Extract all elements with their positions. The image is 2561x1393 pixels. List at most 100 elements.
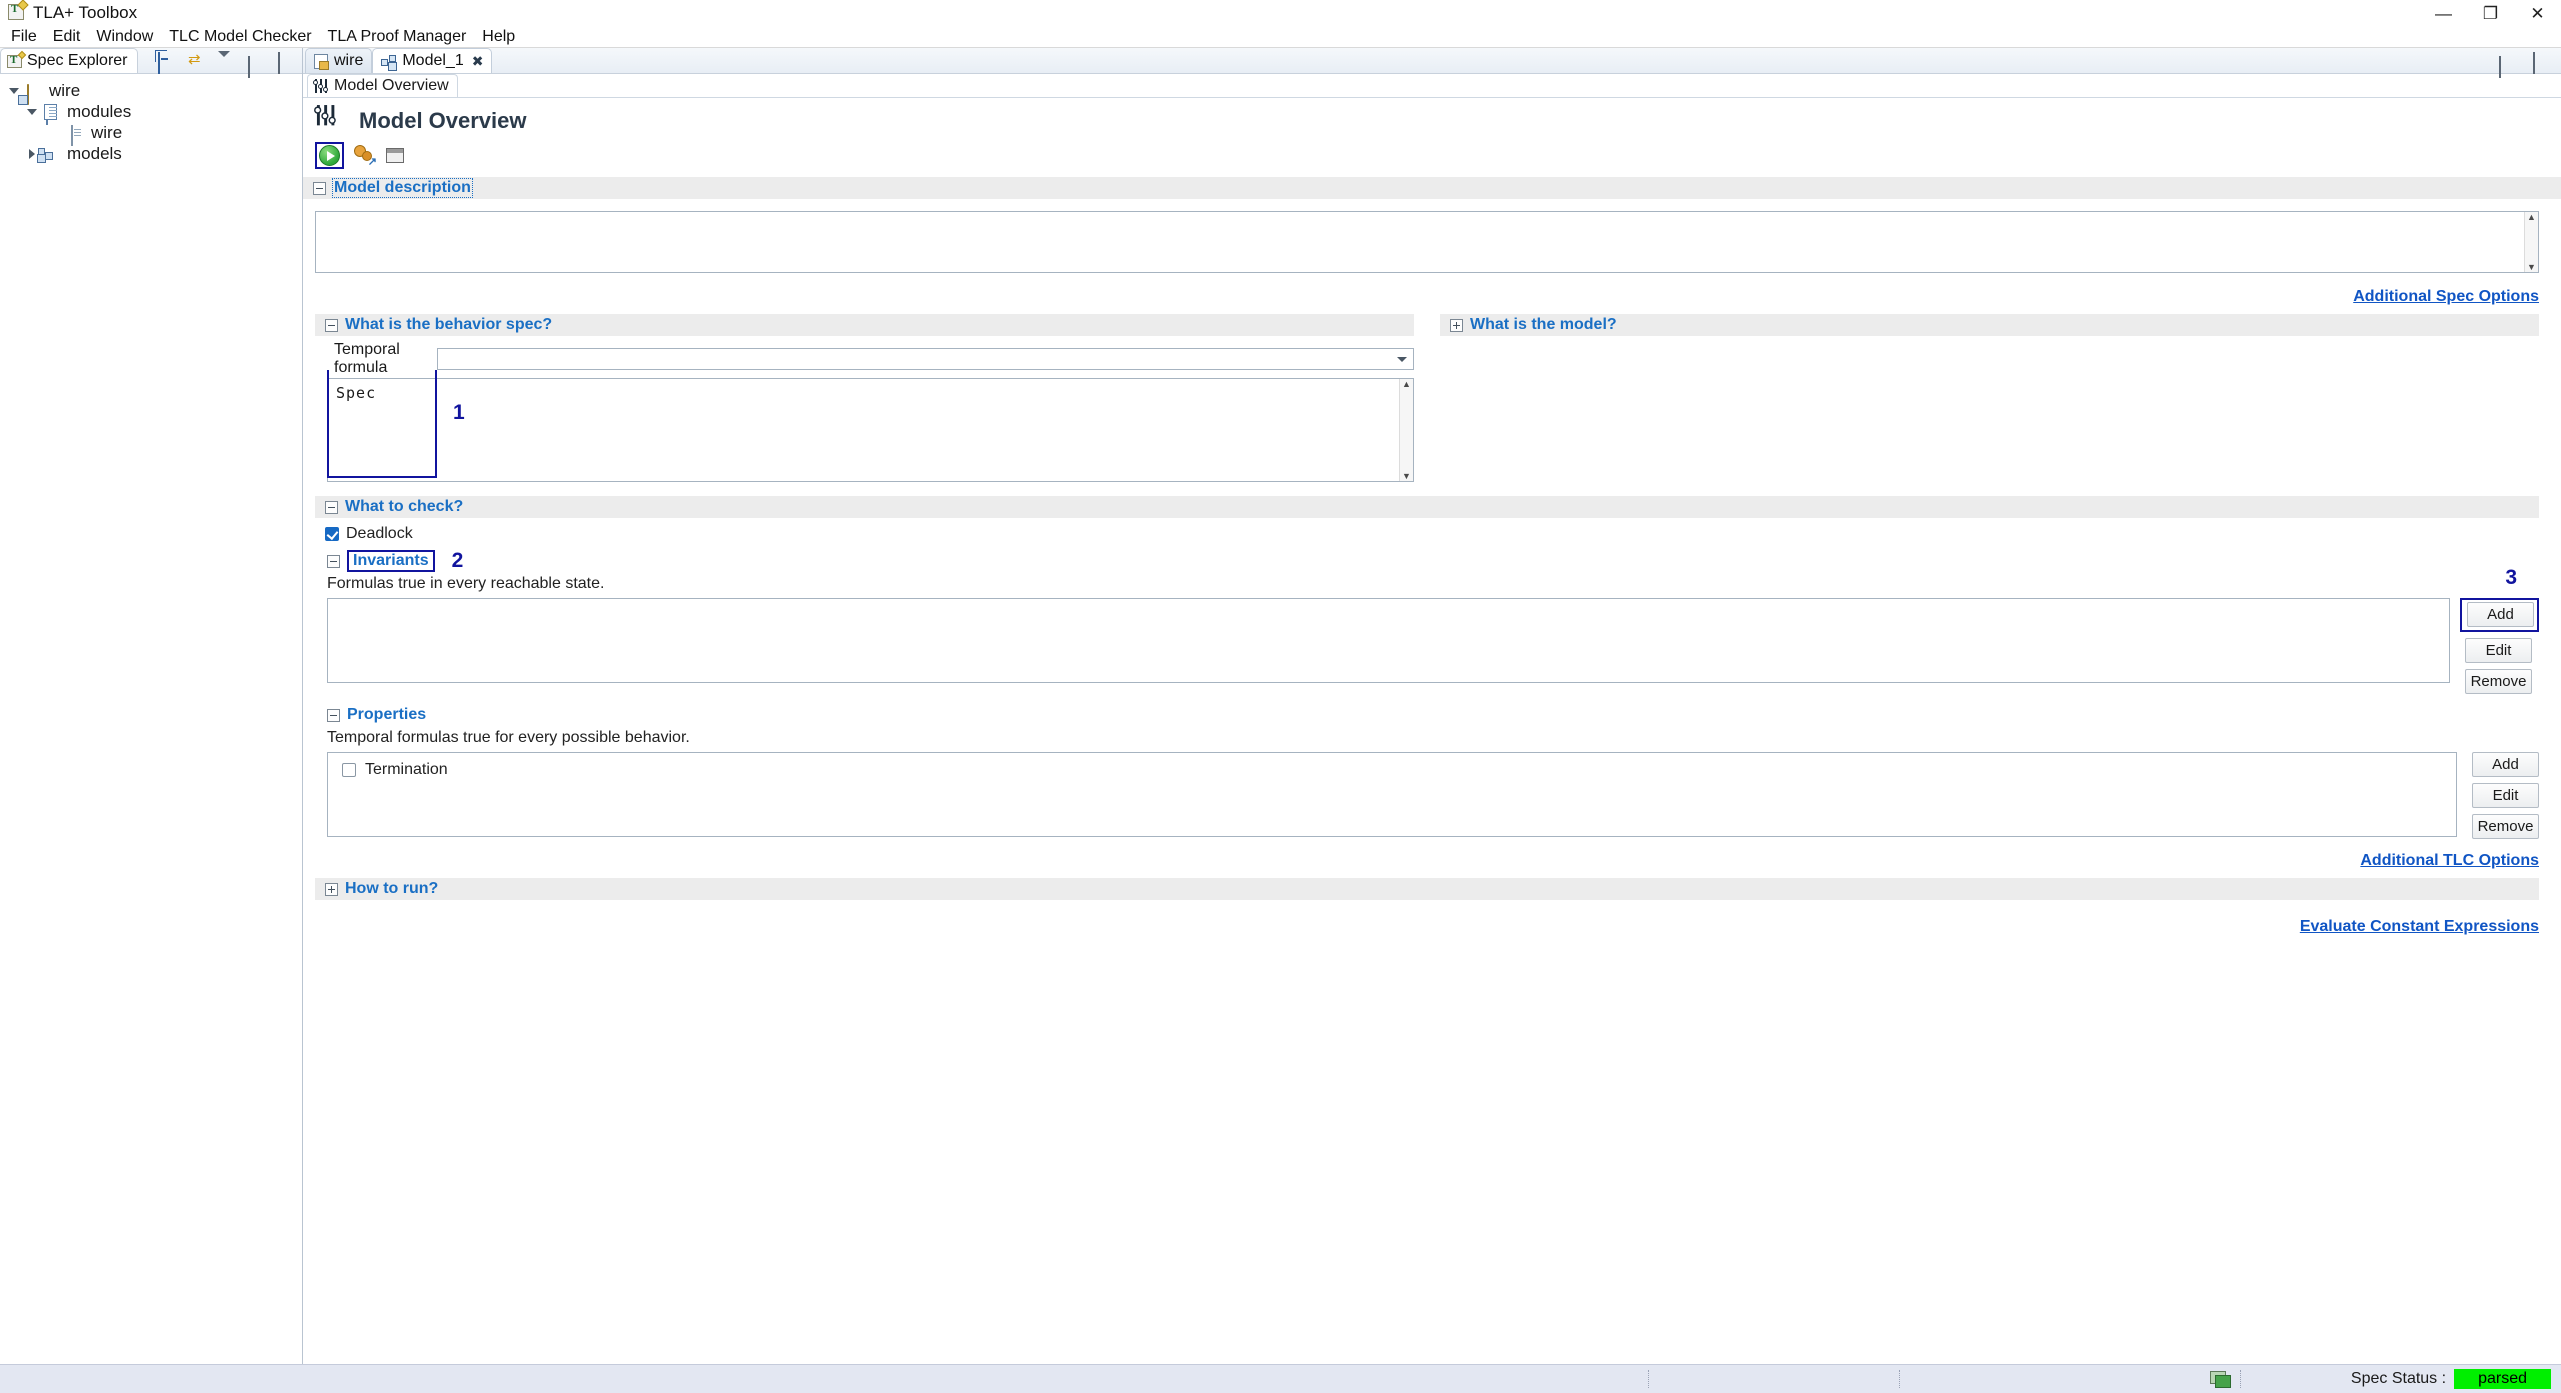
model-description-input[interactable]: ▲ ▼ (315, 211, 2539, 273)
maximize-view-icon[interactable] (278, 51, 296, 74)
chevron-down-icon[interactable] (6, 88, 22, 94)
scroll-down-icon[interactable]: ▼ (2527, 262, 2536, 272)
restore-button[interactable]: ❐ (2467, 0, 2514, 26)
run-model-button[interactable] (315, 142, 344, 169)
properties-description: Temporal formulas true for every possibl… (327, 729, 690, 746)
section-invariants[interactable]: Invariants 2 (327, 549, 2539, 572)
section-how-to-run[interactable]: How to run? (315, 878, 2539, 900)
tree-item-label: wire (49, 80, 81, 100)
maximize-editor-icon[interactable] (2533, 51, 2551, 74)
stacked-windows-icon[interactable] (2209, 1371, 2231, 1388)
close-icon[interactable]: ✖ (472, 53, 484, 70)
properties-list[interactable]: Termination (327, 752, 2457, 837)
tab-wire[interactable]: wire (305, 48, 373, 73)
spec-explorer-tree[interactable]: wire modules wire models (0, 74, 302, 1364)
tab-model-overview[interactable]: Model Overview (307, 74, 458, 97)
spec-explorer-toolbar: ⇄ (158, 50, 296, 78)
link-with-editor-icon[interactable]: ⇄ (188, 50, 206, 68)
termination-checkbox[interactable] (342, 763, 356, 777)
run-model-debugger-button[interactable]: ↗ (354, 145, 377, 168)
section-behavior-spec[interactable]: What is the behavior spec? (315, 314, 1414, 336)
sliders-icon (313, 105, 346, 137)
model-overview-form: Model Overview 4 ↗ Model description (303, 98, 2561, 1364)
view-menu-icon[interactable] (218, 51, 236, 77)
tab-spec-explorer[interactable]: Spec Explorer (0, 48, 138, 73)
tree-item-wire-module[interactable]: wire (0, 122, 302, 146)
annotation-2: 2 (451, 549, 464, 572)
models-icon (45, 146, 62, 162)
module-icon (69, 124, 86, 146)
collapse-icon[interactable] (327, 708, 340, 722)
spec-status-label: Spec Status : (2350, 1370, 2447, 1387)
menu-file[interactable]: File (3, 26, 45, 48)
menu-edit[interactable]: Edit (45, 26, 89, 48)
deadlock-checkbox[interactable] (325, 527, 339, 541)
tab-model-1[interactable]: Model_1 ✖ (372, 48, 493, 73)
section-what-is-the-model[interactable]: What is the model? (1440, 314, 2539, 336)
tab-wire-label: wire (334, 52, 364, 69)
properties-remove-button[interactable]: Remove (2472, 814, 2539, 839)
invariants-remove-button[interactable]: Remove (2465, 669, 2532, 694)
tree-item-models[interactable]: models (0, 143, 302, 164)
minimize-editor-icon[interactable] (2499, 51, 2517, 78)
form-tabbar: Model Overview (303, 74, 2561, 98)
menu-tlc-model-checker[interactable]: TLC Model Checker (161, 26, 319, 48)
deadlock-checkbox-row[interactable]: Deadlock (315, 518, 2539, 543)
collapse-icon[interactable] (325, 318, 338, 332)
collapse-all-icon[interactable] (158, 51, 176, 74)
window-titlebar: TLA+ Toolbox — ❐ ✕ (0, 0, 2561, 26)
vertical-scrollbar[interactable]: ▲ ▼ (2524, 212, 2538, 272)
open-console-button[interactable] (386, 148, 404, 163)
close-button[interactable]: ✕ (2514, 0, 2561, 26)
section-title: Invariants (347, 550, 435, 572)
collapse-icon[interactable] (313, 181, 326, 195)
minimize-button[interactable]: — (2420, 0, 2467, 26)
workbench: Spec Explorer ⇄ wire modules (0, 48, 2561, 1364)
chevron-down-icon[interactable] (24, 109, 40, 115)
collapse-icon[interactable] (327, 554, 340, 568)
collapse-icon[interactable] (325, 500, 338, 514)
tree-item-wire-spec[interactable]: wire (0, 80, 302, 105)
app-icon (8, 0, 29, 22)
invariants-add-button-highlight: Add (2460, 598, 2539, 632)
list-item[interactable]: Termination (342, 761, 2456, 779)
window-controls: — ❐ ✕ (2420, 0, 2561, 26)
menu-window[interactable]: Window (88, 26, 161, 48)
tree-item-label: modules (67, 101, 132, 121)
run-icon (319, 145, 340, 166)
additional-spec-options-link[interactable]: Additional Spec Options (2353, 288, 2539, 305)
model-icon (381, 54, 397, 68)
scroll-up-icon[interactable]: ▲ (1402, 379, 1411, 389)
section-what-to-check[interactable]: What to check? (315, 496, 2539, 518)
expand-icon[interactable] (325, 882, 338, 896)
tree-item-modules[interactable]: modules (0, 101, 302, 125)
menu-help[interactable]: Help (474, 26, 523, 48)
section-properties[interactable]: Properties (327, 704, 2539, 726)
invariants-list[interactable] (327, 598, 2450, 683)
invariants-edit-button[interactable]: Edit (2465, 638, 2532, 663)
additional-tlc-options-link[interactable]: Additional TLC Options (2360, 852, 2539, 869)
evaluate-constant-expressions-link[interactable]: Evaluate Constant Expressions (2300, 918, 2539, 935)
tab-model-overview-label: Model Overview (334, 77, 449, 94)
status-badge: parsed (2454, 1369, 2551, 1389)
behavior-spec-combo[interactable] (437, 348, 1414, 370)
spec-icon (27, 83, 44, 105)
properties-add-button[interactable]: Add (2472, 752, 2539, 777)
behavior-spec-combo-value[interactable]: Temporal formula (327, 341, 437, 376)
invariants-add-button[interactable]: Add (2467, 602, 2534, 627)
temporal-formula-input[interactable]: Spec 1 ▲ ▼ (327, 378, 1414, 482)
section-model-description[interactable]: Model description (303, 177, 2561, 199)
tla-module-icon (314, 53, 329, 70)
scroll-up-icon[interactable]: ▲ (2527, 212, 2536, 222)
scroll-down-icon[interactable]: ▼ (1402, 471, 1411, 481)
spec-explorer-icon (7, 50, 27, 68)
page-title: Model Overview (359, 108, 527, 133)
spec-explorer-tabbar: Spec Explorer ⇄ (0, 48, 302, 78)
minimize-view-icon[interactable] (248, 51, 266, 78)
expand-icon[interactable] (1450, 318, 1463, 332)
menu-tla-proof-manager[interactable]: TLA Proof Manager (320, 26, 475, 48)
vertical-scrollbar[interactable]: ▲ ▼ (1399, 379, 1413, 481)
termination-label: Termination (365, 761, 448, 778)
status-separator (1647, 1370, 1649, 1388)
properties-edit-button[interactable]: Edit (2472, 783, 2539, 808)
